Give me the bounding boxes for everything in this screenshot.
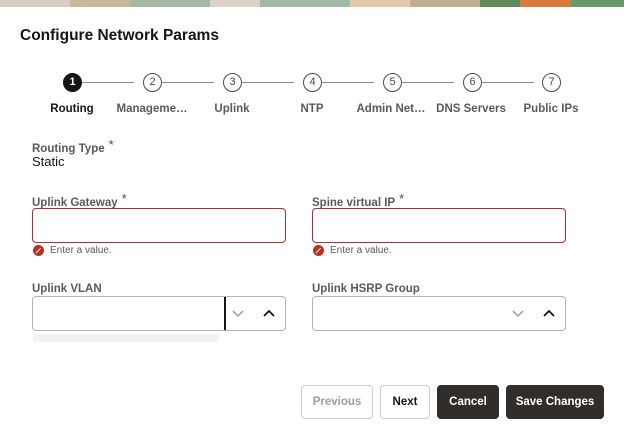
step-label-admin-network[interactable]: Admin Net… [357, 103, 426, 115]
step-3-indicator[interactable]: 3 [223, 73, 242, 92]
step-6-indicator[interactable]: 6 [463, 73, 482, 92]
uplink-vlan-label: Uplink VLAN [32, 283, 102, 295]
chevron-down-icon[interactable] [511, 308, 525, 318]
step-connector [82, 82, 134, 83]
uplink-gateway-input[interactable] [32, 208, 286, 243]
dialog-title: Configure Network Params [20, 27, 219, 44]
spine-virtual-ip-error: Enter a value. [313, 245, 392, 256]
step-connector [242, 82, 294, 83]
step-label-management[interactable]: Manageme… [117, 103, 188, 115]
chevron-up-icon[interactable] [542, 308, 556, 318]
wizard-stepper: 1 2 3 4 5 6 7 Routing Manageme… Uplink N… [0, 72, 624, 122]
step-label-public-ips[interactable]: Public IPs [524, 103, 579, 115]
cancel-button[interactable]: Cancel [437, 385, 499, 419]
error-icon [313, 245, 324, 256]
header-banner-decoration [0, 0, 624, 7]
uplink-hsrp-group-combobox[interactable] [312, 296, 566, 331]
required-marker: * [399, 191, 405, 206]
uplink-hsrp-group-label: Uplink HSRP Group [312, 283, 420, 295]
helper-text-placeholder [33, 334, 218, 342]
step-connector [402, 82, 454, 83]
step-connector [482, 82, 534, 83]
step-connector [322, 82, 374, 83]
step-label-routing[interactable]: Routing [50, 103, 93, 115]
input-cursor [224, 297, 226, 330]
spine-virtual-ip-input[interactable] [312, 208, 566, 243]
uplink-gateway-error: Enter a value. [33, 245, 112, 256]
step-connector [162, 82, 214, 83]
previous-button[interactable]: Previous [301, 385, 373, 419]
next-button[interactable]: Next [380, 385, 430, 419]
step-label-dns-servers[interactable]: DNS Servers [436, 103, 506, 115]
required-marker: * [121, 191, 127, 206]
step-5-indicator[interactable]: 5 [383, 73, 402, 92]
step-2-indicator[interactable]: 2 [143, 73, 162, 92]
spine-virtual-ip-label: Spine virtual IP * [312, 191, 405, 209]
step-7-indicator[interactable]: 7 [542, 73, 561, 92]
chevron-up-icon[interactable] [262, 308, 276, 318]
step-label-uplink[interactable]: Uplink [214, 103, 249, 115]
chevron-down-icon[interactable] [231, 308, 245, 318]
step-4-indicator[interactable]: 4 [303, 73, 322, 92]
uplink-gateway-label: Uplink Gateway * [32, 191, 127, 209]
save-changes-button[interactable]: Save Changes [506, 385, 604, 419]
step-1-indicator[interactable]: 1 [63, 73, 82, 92]
routing-type-value: Static [32, 154, 65, 169]
error-icon [33, 245, 44, 256]
routing-type-label: Routing Type * [32, 137, 114, 155]
step-label-ntp[interactable]: NTP [301, 103, 324, 115]
uplink-vlan-combobox[interactable] [32, 296, 286, 331]
required-marker: * [108, 137, 114, 152]
